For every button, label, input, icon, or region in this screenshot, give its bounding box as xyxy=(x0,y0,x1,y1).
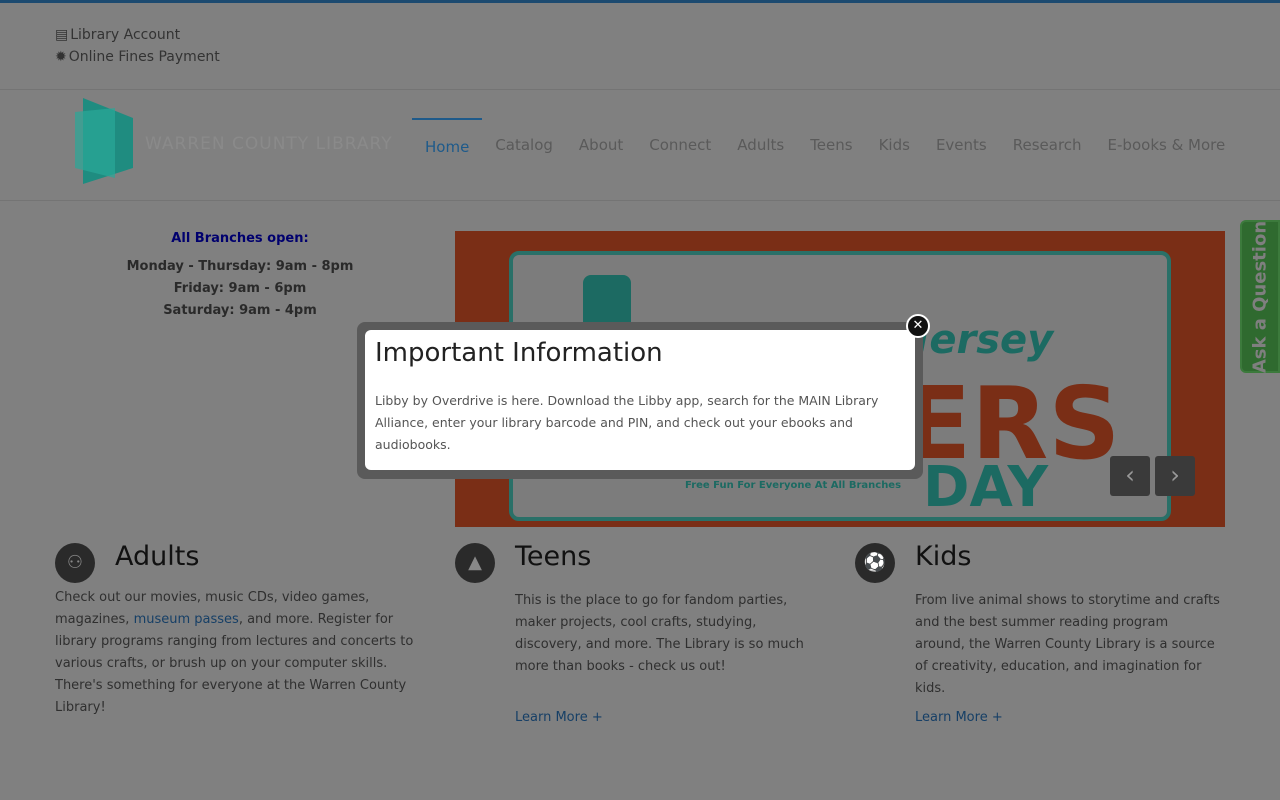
library-account-link[interactable]: ▤ Library Account xyxy=(55,24,220,46)
section-text: From live animal shows to storytime and … xyxy=(915,593,1220,696)
section-title: Teens xyxy=(515,541,592,572)
nav-connect[interactable]: Connect xyxy=(636,118,724,168)
hours-line: Monday - Thursday: 9am - 8pm xyxy=(126,259,354,274)
banner-tagline: Free Fun For Everyone At All Branches xyxy=(685,480,902,491)
nav-kids[interactable]: Kids xyxy=(866,118,923,168)
basketball-icon: ⚽ xyxy=(855,543,895,583)
nav-adults[interactable]: Adults xyxy=(724,118,797,168)
learn-more-link[interactable]: Learn More + xyxy=(515,710,603,725)
logo-icon[interactable] xyxy=(75,98,135,184)
section-text: This is the place to go for fandom parti… xyxy=(515,593,804,674)
close-icon[interactable]: ✕ xyxy=(906,314,930,338)
nav-home[interactable]: Home xyxy=(412,118,483,168)
online-fines-link[interactable]: ✹ Online Fines Payment xyxy=(55,46,220,68)
carousel-prev-button[interactable]: ‹ xyxy=(1110,456,1150,496)
section-text: Check out our movies, music CDs, video g… xyxy=(55,590,414,715)
nav-ebooks[interactable]: E-books & More xyxy=(1095,118,1239,168)
hours-heading: All Branches open: xyxy=(171,231,309,246)
main-nav: Home Catalog About Connect Adults Teens … xyxy=(412,118,1238,168)
divider xyxy=(0,89,1280,90)
nav-events[interactable]: Events xyxy=(923,118,1000,168)
hours-line: Friday: 9am - 6pm xyxy=(173,281,307,296)
nav-teens[interactable]: Teens xyxy=(797,118,865,168)
ask-a-question-tab[interactable]: Ask a Question xyxy=(1240,220,1280,373)
id-card-icon: ▤ xyxy=(55,27,69,43)
divider xyxy=(0,200,1280,201)
nav-catalog[interactable]: Catalog xyxy=(482,118,566,168)
section-title: Adults xyxy=(115,541,200,572)
learn-more-link[interactable]: Learn More + xyxy=(915,710,1003,725)
section-title: Kids xyxy=(915,541,972,572)
hours-line: Saturday: 9am - 4pm xyxy=(163,303,317,318)
banner-title: DAY xyxy=(923,455,1049,520)
museum-passes-link[interactable]: museum passes xyxy=(134,612,239,627)
logo-text[interactable]: WARREN COUNTY LIBRARY xyxy=(145,134,393,154)
gear-icon: ✹ xyxy=(55,49,67,65)
top-accent-bar xyxy=(0,0,1280,3)
carousel-next-button[interactable]: › xyxy=(1155,456,1195,496)
nav-about[interactable]: About xyxy=(566,118,636,168)
important-info-modal: Important Information Libby by Overdrive… xyxy=(365,330,915,470)
utility-links: ▤ Library Account ✹ Online Fines Payment xyxy=(55,24,220,68)
branch-hours: All Branches open: Monday - Thursday: 9a… xyxy=(55,228,425,322)
graduation-cap-icon: ▲ xyxy=(455,543,495,583)
modal-title: Important Information xyxy=(375,338,663,368)
nav-research[interactable]: Research xyxy=(1000,118,1095,168)
users-icon: ⚇ xyxy=(55,543,95,583)
modal-body: Libby by Overdrive is here. Download the… xyxy=(375,393,879,452)
